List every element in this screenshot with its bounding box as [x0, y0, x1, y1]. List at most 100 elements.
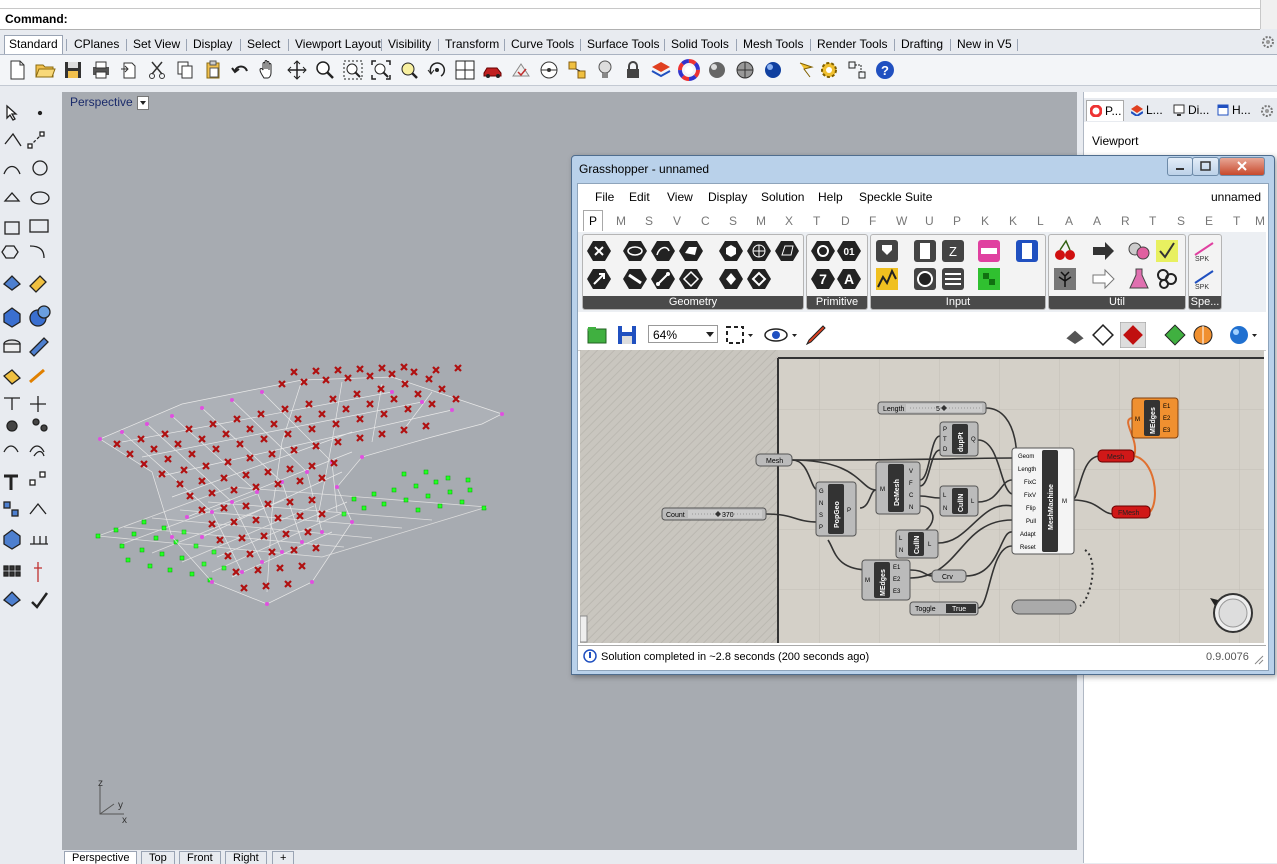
- flask-icon[interactable]: [1127, 267, 1151, 291]
- command-scrollbar[interactable]: [1260, 0, 1277, 29]
- graph-mapper-icon[interactable]: [875, 267, 899, 291]
- fractal-icon[interactable]: [1155, 267, 1179, 291]
- cat-tab-f[interactable]: F: [869, 214, 876, 228]
- rotate-icon[interactable]: [426, 59, 448, 81]
- count-slider[interactable]: Count 370: [661, 507, 767, 521]
- bake-icon[interactable]: [1164, 324, 1186, 346]
- cull-nth-component[interactable]: CullN L N L: [895, 529, 939, 559]
- new-icon[interactable]: [6, 59, 28, 81]
- tab-cplanes[interactable]: CPlanes: [70, 36, 123, 52]
- cherry-icon[interactable]: [1053, 239, 1077, 263]
- cat-tab-k2[interactable]: K: [1009, 214, 1017, 228]
- paste-icon[interactable]: [202, 59, 224, 81]
- tab-front[interactable]: Front: [179, 851, 221, 864]
- speckle-send-icon[interactable]: SPK: [1193, 239, 1217, 263]
- slider-input-icon[interactable]: Z: [941, 239, 965, 263]
- tab-solid-tools[interactable]: Solid Tools: [667, 36, 733, 52]
- import-icon[interactable]: [118, 59, 140, 81]
- cat-tab-a1[interactable]: A: [1065, 214, 1073, 228]
- lock-icon[interactable]: [622, 59, 644, 81]
- cat-tab-vector[interactable]: V: [673, 214, 681, 228]
- toggle-input-icon[interactable]: [913, 239, 937, 263]
- zoom-extents-icon[interactable]: [370, 59, 392, 81]
- preview-eye-icon[interactable]: [764, 324, 800, 346]
- cat-tab-s[interactable]: S: [1177, 214, 1185, 228]
- menu-display[interactable]: Display: [708, 190, 747, 204]
- tab-properties[interactable]: P...: [1086, 100, 1125, 121]
- cat-tab-e[interactable]: E: [1205, 214, 1213, 228]
- tab-top[interactable]: Top: [141, 851, 175, 864]
- arc-param-icon[interactable]: [651, 239, 675, 263]
- open-icon[interactable]: [34, 59, 56, 81]
- text-param-icon[interactable]: A: [837, 267, 861, 291]
- colour-swatch-icon[interactable]: [913, 267, 937, 291]
- tab-select[interactable]: Select: [243, 36, 284, 52]
- tab-help[interactable]: H...: [1214, 100, 1253, 120]
- pan-icon[interactable]: [257, 59, 279, 81]
- field-param-icon[interactable]: [775, 239, 799, 263]
- cat-tab-display[interactable]: D: [841, 214, 850, 228]
- panel-input-icon[interactable]: [977, 239, 1001, 263]
- zoom-selected-icon[interactable]: [398, 59, 420, 81]
- boolean-toggle[interactable]: Toggle True: [909, 601, 979, 616]
- sun-icon[interactable]: [796, 59, 818, 81]
- empty-relay[interactable]: [1011, 599, 1077, 615]
- light-icon[interactable]: [594, 59, 616, 81]
- grasshopper-canvas[interactable]: Length 5 Count 370 Mesh PopGeo G N S P P…: [580, 350, 1264, 643]
- cat-tab-surface[interactable]: S: [729, 214, 737, 228]
- viewport-menu-arrow[interactable]: [137, 96, 149, 110]
- command-line[interactable]: Command:: [0, 9, 1260, 30]
- render-mesh-icon[interactable]: [1192, 324, 1214, 346]
- duplicate-point-component[interactable]: dupPt P T D Q: [939, 421, 979, 457]
- cat-tab-mesh[interactable]: M: [756, 214, 766, 228]
- cat-tab-m[interactable]: M: [1255, 214, 1265, 228]
- line-param-icon[interactable]: [651, 267, 675, 291]
- preview-shaded-icon[interactable]: [1092, 324, 1114, 346]
- cat-tab-r[interactable]: R: [1121, 214, 1130, 228]
- menu-help[interactable]: Help: [818, 190, 843, 204]
- plane-param-icon[interactable]: [679, 267, 703, 291]
- mesh-param[interactable]: Mesh: [755, 453, 793, 467]
- menu-solution[interactable]: Solution: [761, 190, 804, 204]
- relay-arrow-icon[interactable]: [1091, 267, 1115, 291]
- tab-standard[interactable]: Standard: [4, 35, 63, 54]
- curve-param-icon[interactable]: [623, 267, 647, 291]
- save-icon[interactable]: [62, 59, 84, 81]
- zoom-extents-canvas-icon[interactable]: [724, 324, 754, 346]
- grid-snap-icon[interactable]: [510, 59, 532, 81]
- cat-tab-w[interactable]: W: [896, 214, 907, 228]
- vector-param-icon[interactable]: [587, 267, 611, 291]
- cluster-icon[interactable]: [1127, 239, 1151, 263]
- tab-transform[interactable]: Transform: [441, 36, 503, 52]
- cat-tab-intersect[interactable]: X: [785, 214, 793, 228]
- tab-display[interactable]: Display: [189, 36, 236, 52]
- menu-speckle-suite[interactable]: Speckle Suite: [859, 190, 932, 204]
- cat-tab-u[interactable]: U: [925, 214, 934, 228]
- display-sphere-icon[interactable]: [1228, 324, 1260, 346]
- scribble-icon[interactable]: [1155, 239, 1179, 263]
- mesh-edges-component[interactable]: MEdges M E1 E2 E3: [861, 559, 911, 601]
- number-param-icon[interactable]: 7: [811, 267, 835, 291]
- surface-param-icon[interactable]: [679, 239, 703, 263]
- cat-tab-a2[interactable]: A: [1093, 214, 1101, 228]
- mesh-param-icon[interactable]: [747, 239, 771, 263]
- boolean-param-icon[interactable]: [811, 239, 835, 263]
- brep-param-icon[interactable]: [719, 239, 743, 263]
- cat-tab-maths[interactable]: M: [616, 214, 626, 228]
- meshmachine-component[interactable]: MeshMachine Geom Length FixC FixV Flip P…: [1011, 447, 1075, 555]
- tab-surface-tools[interactable]: Surface Tools: [583, 36, 664, 52]
- value-list-icon[interactable]: [1015, 239, 1039, 263]
- resize-grip-icon[interactable]: [1254, 655, 1264, 665]
- cut-icon[interactable]: [146, 59, 168, 81]
- save-file-icon[interactable]: [616, 324, 638, 346]
- color-wheel-icon[interactable]: [678, 59, 700, 81]
- shade-icon[interactable]: [706, 59, 728, 81]
- length-slider[interactable]: Length 5: [877, 401, 987, 415]
- popgeo-component[interactable]: PopGeo G N S P P: [815, 481, 857, 537]
- undo-icon[interactable]: [230, 59, 252, 81]
- viewport-title[interactable]: Perspective: [64, 94, 139, 110]
- button-input-icon[interactable]: [875, 239, 899, 263]
- cat-tab-params[interactable]: P: [583, 210, 603, 231]
- osnap-icon[interactable]: [566, 59, 588, 81]
- menu-edit[interactable]: Edit: [629, 190, 650, 204]
